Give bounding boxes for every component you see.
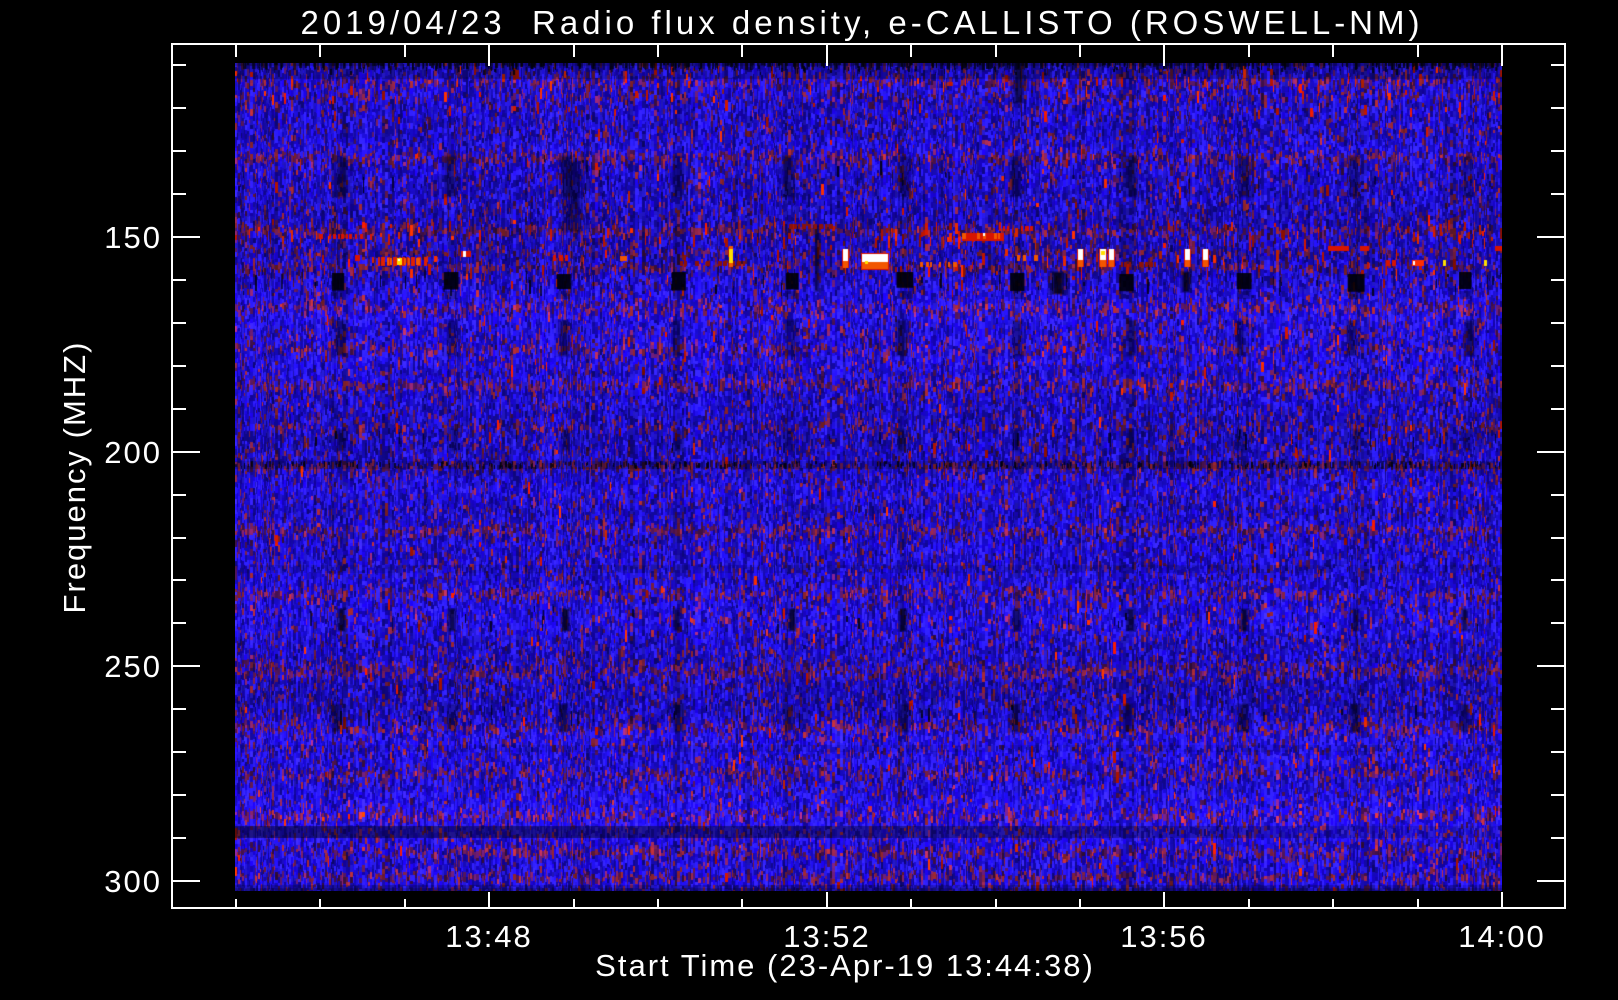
y-axis-tick-left <box>173 708 186 710</box>
y-axis-tick-left <box>173 322 186 324</box>
y-axis-tick-left <box>173 408 186 410</box>
x-axis-tick-top <box>741 45 743 57</box>
y-axis-tick-left <box>173 279 186 281</box>
x-axis-tick-bottom <box>1248 899 1250 907</box>
y-axis-tick-right <box>1551 579 1564 581</box>
x-axis-tick-bottom <box>1332 899 1334 907</box>
x-tick-label: 13:52 <box>783 919 871 954</box>
x-axis-tick-bottom <box>488 892 490 907</box>
y-axis-tick-right <box>1551 107 1564 109</box>
x-axis-tick-top <box>1079 45 1081 57</box>
y-axis-tick-left <box>173 451 200 453</box>
x-axis-tick-bottom <box>1079 899 1081 907</box>
x-axis-tick-top <box>995 45 997 57</box>
x-tick-label: 13:56 <box>1120 919 1208 954</box>
screenshot-root: { "title": "2019/04/23 Radio flux densit… <box>0 0 1618 1000</box>
y-axis-tick-right <box>1551 365 1564 367</box>
x-axis-tick-bottom <box>657 899 659 907</box>
y-axis-tick-left <box>173 751 186 753</box>
x-axis-tick-bottom <box>1417 899 1419 907</box>
y-axis-tick-left <box>173 665 200 667</box>
x-axis-tick-bottom <box>1163 892 1165 907</box>
y-axis-tick-right <box>1537 880 1564 882</box>
y-axis-tick-right <box>1551 279 1564 281</box>
x-axis-tick-bottom <box>826 892 828 907</box>
y-axis-tick-left <box>173 837 186 839</box>
y-axis-tick-left <box>173 150 186 152</box>
y-axis-tick-right <box>1551 794 1564 796</box>
x-axis-tick-top <box>1332 45 1334 57</box>
x-axis-tick-top <box>910 45 912 57</box>
y-axis-tick-left <box>173 880 200 882</box>
y-tick-label: 150 <box>104 220 162 255</box>
x-axis-tick-top <box>404 45 406 57</box>
y-axis-tick-left <box>173 365 186 367</box>
chart-title: 2019/04/23 Radio flux density, e-CALLIST… <box>300 4 1424 41</box>
y-tick-label: 300 <box>104 864 162 899</box>
y-axis-tick-right <box>1551 708 1564 710</box>
x-axis-tick-bottom <box>404 899 406 907</box>
x-axis-tick-bottom <box>573 899 575 907</box>
y-axis-tick-left <box>173 236 200 238</box>
x-axis-tick-top <box>1248 45 1250 57</box>
y-axis-tick-right <box>1551 622 1564 624</box>
x-axis-tick-top <box>573 45 575 57</box>
y-axis-tick-right <box>1551 537 1564 539</box>
spectrogram-canvas <box>235 63 1502 891</box>
x-axis-tick-bottom <box>995 899 997 907</box>
y-tick-label: 250 <box>104 649 162 684</box>
y-axis-tick-left <box>173 64 186 66</box>
y-axis-tick-right <box>1551 408 1564 410</box>
y-axis-tick-right <box>1551 322 1564 324</box>
x-tick-label: 14:00 <box>1458 919 1546 954</box>
x-axis-tick-top <box>235 45 237 57</box>
y-axis-tick-right <box>1551 64 1564 66</box>
y-axis-tick-right <box>1551 837 1564 839</box>
x-axis-tick-bottom <box>319 899 321 907</box>
y-tick-label: 200 <box>104 435 162 470</box>
y-axis-tick-right <box>1537 665 1564 667</box>
x-axis-tick-top <box>1417 45 1419 57</box>
x-axis-tick-top <box>657 45 659 57</box>
y-axis-tick-right <box>1537 236 1564 238</box>
y-axis-tick-left <box>173 537 186 539</box>
y-axis-tick-left <box>173 622 186 624</box>
y-axis-tick-right <box>1551 751 1564 753</box>
x-axis-tick-bottom <box>910 899 912 907</box>
x-tick-label: 13:48 <box>445 919 533 954</box>
y-axis-tick-right <box>1537 451 1564 453</box>
x-axis-tick-bottom <box>1501 892 1503 907</box>
y-axis-label: Frequency (MHZ) <box>57 340 92 614</box>
x-axis-tick-bottom <box>741 899 743 907</box>
y-axis-tick-right <box>1551 150 1564 152</box>
y-axis-tick-left <box>173 107 186 109</box>
y-axis-tick-right <box>1551 494 1564 496</box>
x-axis-tick-top <box>488 45 490 66</box>
x-axis-tick-bottom <box>235 899 237 907</box>
x-axis-tick-top <box>1501 45 1503 66</box>
y-axis-tick-left <box>173 193 186 195</box>
x-axis-tick-top <box>319 45 321 57</box>
y-axis-tick-left <box>173 794 186 796</box>
x-axis-tick-top <box>1163 45 1165 66</box>
y-axis-tick-left <box>173 579 186 581</box>
x-axis-tick-top <box>826 45 828 66</box>
y-axis-tick-right <box>1551 193 1564 195</box>
y-axis-tick-left <box>173 494 186 496</box>
